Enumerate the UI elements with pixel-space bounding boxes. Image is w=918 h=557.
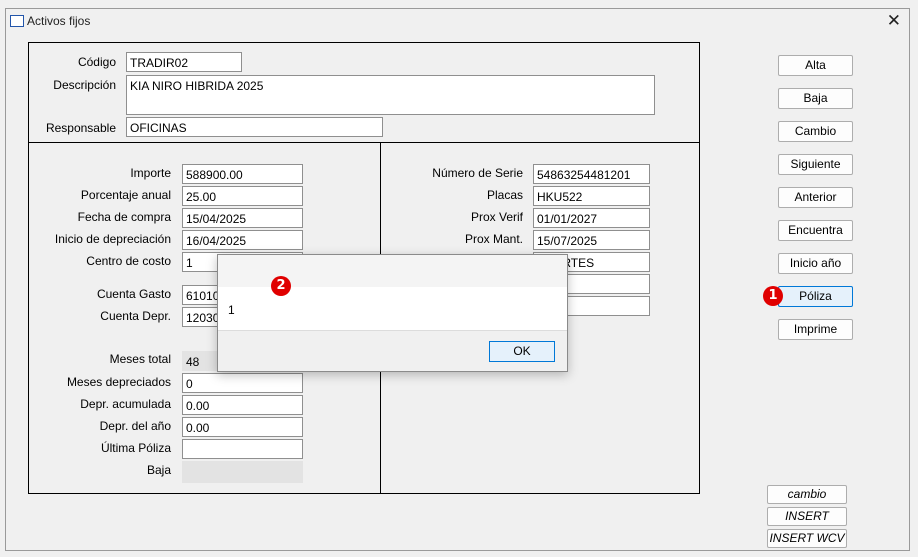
cambio-button[interactable]: Cambio	[778, 121, 853, 142]
inicio-anio-button[interactable]: Inicio año	[778, 253, 853, 274]
responsable-field[interactable]: OFICINAS	[126, 117, 383, 137]
porcentaje-field[interactable]: 25.00	[182, 186, 303, 206]
insert-wcv-mode-button[interactable]: INSERT WCV	[767, 529, 847, 548]
porcentaje-label: Porcentaje anual	[80, 188, 171, 202]
cuenta-gasto-label: Cuenta Gasto	[96, 287, 171, 301]
meses-total-label: Meses total	[109, 352, 171, 366]
descripcion-label: Descripción	[53, 78, 116, 92]
importe-field[interactable]: 588900.00	[182, 164, 303, 184]
importe-label: Importe	[130, 166, 171, 180]
baja-field	[182, 461, 303, 483]
descripcion-field[interactable]: KIA NIRO HIBRIDA 2025	[126, 75, 655, 115]
depr-acumulada-label: Depr. acumulada	[80, 397, 171, 411]
imprime-button[interactable]: Imprime	[778, 319, 853, 340]
insert-mode-button[interactable]: INSERT	[767, 507, 847, 526]
baja-button[interactable]: Baja	[778, 88, 853, 109]
siguiente-button[interactable]: Siguiente	[778, 154, 853, 175]
alta-button[interactable]: Alta	[778, 55, 853, 76]
baja-label: Baja	[146, 463, 171, 477]
step-badge-2: 2	[271, 276, 291, 296]
prox-mant-label: Prox Mant.	[464, 232, 523, 246]
window-title: Activos fijos	[27, 14, 91, 28]
numero-serie-label: Número de Serie	[432, 166, 523, 180]
prox-verif-label: Prox Verif	[470, 210, 523, 224]
prox-verif-field[interactable]: 01/01/2027	[533, 208, 650, 228]
fecha-compra-label: Fecha de compra	[77, 210, 171, 224]
centro-costo-label: Centro de costo	[86, 254, 171, 268]
depr-acumulada-field[interactable]: 0.00	[182, 395, 303, 415]
window-icon	[10, 15, 24, 27]
inicio-depreciacion-field[interactable]: 16/04/2025	[182, 230, 303, 250]
depr-anio-label: Depr. del año	[99, 419, 171, 433]
responsable-label: Responsable	[45, 121, 116, 135]
numero-serie-field[interactable]: 54863254481201	[533, 164, 650, 184]
fecha-compra-field[interactable]: 15/04/2025	[182, 208, 303, 228]
ultima-poliza-field[interactable]	[182, 439, 303, 459]
anterior-button[interactable]: Anterior	[778, 187, 853, 208]
inicio-depreciacion-label: Inicio de depreciación	[54, 232, 171, 246]
message-dialog: 1 OK	[217, 254, 568, 372]
codigo-label: Código	[77, 55, 116, 69]
title-bar: Activos fijos ✕	[6, 9, 909, 35]
ok-button[interactable]: OK	[489, 341, 555, 362]
poliza-button[interactable]: Póliza	[778, 286, 853, 307]
placas-field[interactable]: HKU522	[533, 186, 650, 206]
dialog-footer: OK	[218, 330, 567, 371]
close-icon[interactable]: ✕	[887, 11, 901, 31]
depr-anio-field[interactable]: 0.00	[182, 417, 303, 437]
cambio-mode-button[interactable]: cambio	[767, 485, 847, 504]
cuenta-depr-label: Cuenta Depr.	[100, 309, 171, 323]
placas-label: Placas	[486, 188, 523, 202]
dialog-message: 1	[228, 303, 235, 317]
meses-depreciados-field[interactable]: 0	[182, 373, 303, 393]
meses-depreciados-label: Meses depreciados	[66, 375, 171, 389]
encuentra-button[interactable]: Encuentra	[778, 220, 853, 241]
prox-mant-field[interactable]: 15/07/2025	[533, 230, 650, 250]
codigo-field[interactable]: TRADIR02	[126, 52, 242, 72]
ultima-poliza-label: Última Póliza	[100, 441, 171, 455]
dialog-header	[218, 255, 567, 287]
step-badge-1: 1	[763, 286, 783, 306]
